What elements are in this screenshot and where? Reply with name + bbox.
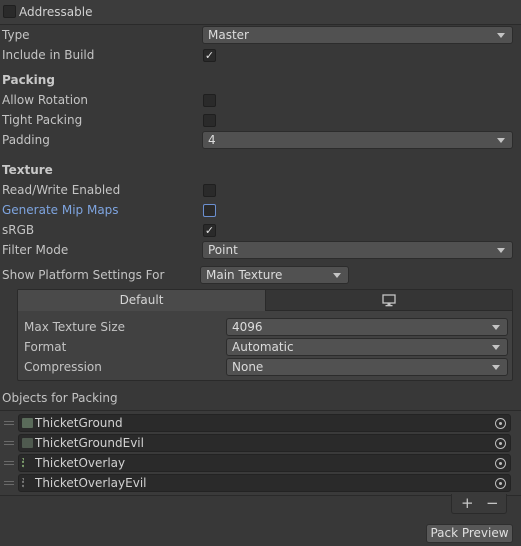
object-field[interactable]: ThicketOverlay: [18, 454, 511, 472]
chevron-down-icon: [497, 248, 505, 253]
type-label: Type: [2, 28, 30, 42]
compression-dropdown[interactable]: None: [226, 358, 508, 376]
filter-mode-dropdown[interactable]: Point: [202, 241, 513, 259]
addressable-bar: Addressable: [0, 0, 521, 25]
read-write-label: Read/Write Enabled: [2, 183, 121, 197]
object-name: ThicketGroundEvil: [35, 436, 144, 450]
max-texture-size-label: Max Texture Size: [24, 320, 125, 334]
list-item: ThicketOverlayEvil: [0, 473, 521, 493]
chevron-down-icon: [497, 33, 505, 38]
include-in-build-label: Include in Build: [2, 48, 95, 62]
objects-list: ThicketGround ThicketGroundEvil ThicketO…: [0, 410, 521, 496]
object-name: ThicketOverlayEvil: [35, 476, 147, 490]
format-value: Automatic: [232, 340, 294, 354]
drag-handle-icon[interactable]: [4, 441, 14, 442]
platform-settings-panel: Default Max Texture Size 4096 Format Aut…: [17, 289, 513, 381]
addressable-checkbox[interactable]: [3, 5, 16, 18]
drag-handle-icon[interactable]: [4, 481, 14, 482]
sprite-icon: [22, 478, 30, 488]
object-field[interactable]: ThicketOverlayEvil: [18, 474, 511, 492]
tab-default-label: Default: [119, 293, 164, 307]
show-platform-label: Show Platform Settings For: [2, 268, 165, 282]
monitor-icon: [382, 294, 396, 307]
filter-mode-value: Point: [208, 243, 238, 257]
drag-handle-icon[interactable]: [4, 461, 14, 462]
max-texture-size-value: 4096: [232, 320, 263, 334]
sprite-icon: [22, 458, 30, 468]
tight-packing-label: Tight Packing: [2, 113, 83, 127]
object-picker-icon[interactable]: [495, 418, 506, 429]
list-item: ThicketOverlay: [0, 453, 521, 473]
srgb-checkbox[interactable]: ✓: [203, 224, 216, 237]
type-dropdown[interactable]: Master: [202, 26, 513, 44]
format-label: Format: [24, 340, 67, 354]
object-name: ThicketGround: [35, 416, 123, 430]
list-item: ThicketGroundEvil: [0, 433, 521, 453]
compression-value: None: [232, 360, 264, 374]
tab-default[interactable]: Default: [18, 290, 266, 311]
chevron-down-icon: [492, 345, 500, 350]
sprite-icon: [22, 418, 33, 428]
object-name: ThicketOverlay: [35, 456, 126, 470]
checkmark-icon: ✓: [204, 49, 215, 62]
chevron-down-icon: [497, 138, 505, 143]
chevron-down-icon: [333, 273, 341, 278]
sprite-icon: [22, 438, 33, 448]
allow-rotation-checkbox[interactable]: [203, 94, 216, 107]
object-picker-icon[interactable]: [495, 438, 506, 449]
filter-mode-label: Filter Mode: [2, 243, 69, 257]
tight-packing-checkbox[interactable]: [203, 114, 216, 127]
checkmark-icon: ✓: [204, 224, 215, 237]
padding-dropdown[interactable]: 4: [202, 131, 513, 149]
read-write-checkbox[interactable]: [203, 184, 216, 197]
srgb-label: sRGB: [2, 223, 35, 237]
drag-handle-icon[interactable]: [4, 421, 14, 422]
include-in-build-checkbox[interactable]: ✓: [203, 49, 216, 62]
tab-standalone[interactable]: [266, 290, 512, 311]
object-picker-icon[interactable]: [495, 478, 506, 489]
pack-preview-button[interactable]: Pack Preview: [426, 524, 513, 543]
object-field[interactable]: ThicketGroundEvil: [18, 434, 511, 452]
list-footer: + −: [451, 494, 507, 514]
addressable-label: Addressable: [19, 5, 93, 19]
format-dropdown[interactable]: Automatic: [226, 338, 508, 356]
show-platform-dropdown[interactable]: Main Texture: [200, 266, 349, 284]
remove-item-button[interactable]: −: [486, 494, 499, 512]
add-item-button[interactable]: +: [461, 494, 474, 512]
objects-for-packing-header: Objects for Packing: [2, 391, 118, 405]
compression-label: Compression: [24, 360, 102, 374]
object-field[interactable]: ThicketGround: [18, 414, 511, 432]
chevron-down-icon: [492, 325, 500, 330]
show-platform-value: Main Texture: [206, 268, 283, 282]
mip-maps-checkbox[interactable]: [203, 204, 216, 217]
mip-maps-label: Generate Mip Maps: [2, 203, 119, 217]
texture-header: Texture: [2, 163, 53, 177]
allow-rotation-label: Allow Rotation: [2, 93, 89, 107]
packing-header: Packing: [2, 73, 55, 87]
list-item: ThicketGround: [0, 413, 521, 433]
padding-value: 4: [208, 133, 216, 147]
type-value: Master: [208, 28, 249, 42]
padding-label: Padding: [2, 133, 50, 147]
object-picker-icon[interactable]: [495, 458, 506, 469]
max-texture-size-dropdown[interactable]: 4096: [226, 318, 508, 336]
chevron-down-icon: [492, 365, 500, 370]
